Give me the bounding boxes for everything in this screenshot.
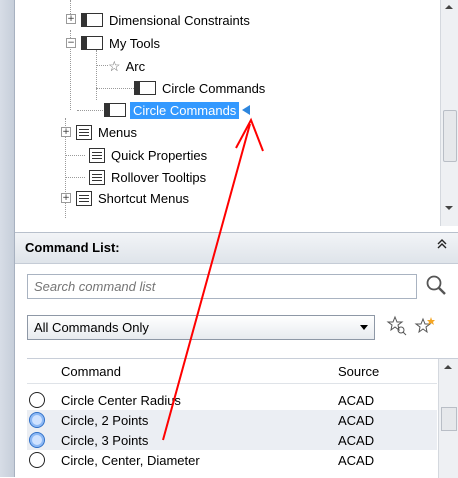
search-command-list-field[interactable] <box>27 274 417 299</box>
tree-scrollbar[interactable] <box>440 0 458 226</box>
collapse-chevrons-icon[interactable] <box>436 238 448 253</box>
window-left-edge <box>0 0 15 477</box>
tree-item-rollover-tooltips[interactable]: Rollover Tooltips <box>89 168 208 186</box>
scroll-up-icon[interactable] <box>445 5 453 9</box>
tree-item-quick-properties[interactable]: Quick Properties <box>89 146 209 164</box>
toolbar-icon <box>134 81 156 95</box>
chevron-down-icon[interactable] <box>354 316 374 339</box>
table-header: Command Source <box>27 359 437 384</box>
menu-icon <box>76 124 92 140</box>
toolbar-icon <box>104 103 126 117</box>
column-header-command[interactable]: Command <box>61 364 121 379</box>
column-header-source[interactable]: Source <box>338 364 379 379</box>
table-scrollbar[interactable] <box>438 359 458 478</box>
tree-item-circle-commands-child[interactable]: Circle Commands <box>134 79 267 97</box>
create-command-icon[interactable] <box>414 315 436 337</box>
circle-3-points-icon <box>29 432 45 448</box>
command-list-header: Command List: <box>15 232 458 264</box>
toolbar-icon <box>81 36 103 50</box>
tree-item-arc[interactable]: ☆ Arc <box>108 57 147 75</box>
properties-icon <box>89 147 105 163</box>
expand-icon[interactable]: + <box>61 193 71 203</box>
command-filter-dropdown[interactable]: All Commands Only <box>27 315 375 340</box>
search-input[interactable] <box>28 275 416 298</box>
find-command-icon[interactable] <box>386 315 408 337</box>
scroll-thumb[interactable] <box>443 110 457 162</box>
circle-2-points-icon <box>29 412 45 428</box>
table-row[interactable]: Circle, Center, Diameter ACAD <box>27 450 437 470</box>
shortcut-menu-icon <box>76 190 92 206</box>
tree-item-dimensional-constraints[interactable]: Dimensional Constraints <box>81 11 252 29</box>
search-icon[interactable] <box>423 273 449 299</box>
toolbar-icon <box>81 13 103 27</box>
command-table: Command Source Circle Center Radius ACAD… <box>27 358 458 478</box>
circle-radius-icon <box>29 392 45 408</box>
tree-item-my-tools[interactable]: My Tools <box>81 34 162 52</box>
tree-item-circle-commands-selected[interactable]: Circle Commands <box>104 101 251 119</box>
tree-item-shortcut-menus[interactable]: Shortcut Menus <box>76 189 191 207</box>
expand-icon[interactable]: + <box>61 127 71 137</box>
tree-item-menus[interactable]: Menus <box>76 123 139 141</box>
circle-diameter-icon <box>29 452 45 468</box>
collapse-icon[interactable]: − <box>66 38 76 48</box>
table-row[interactable]: Circle, 3 Points ACAD <box>27 430 437 450</box>
scroll-up-icon[interactable] <box>444 365 452 369</box>
expand-icon[interactable]: + <box>66 14 76 24</box>
scroll-down-icon[interactable] <box>445 206 453 210</box>
star-icon: ☆ <box>108 57 121 74</box>
table-row[interactable]: Circle Center Radius ACAD <box>27 390 437 410</box>
insert-marker-icon <box>242 105 251 115</box>
tooltip-icon <box>89 169 105 185</box>
customizations-tree: + Dimensional Constraints − My Tools ☆ A… <box>15 0 458 226</box>
scroll-thumb[interactable] <box>441 407 457 431</box>
table-row[interactable]: Circle, 2 Points ACAD <box>27 410 437 430</box>
